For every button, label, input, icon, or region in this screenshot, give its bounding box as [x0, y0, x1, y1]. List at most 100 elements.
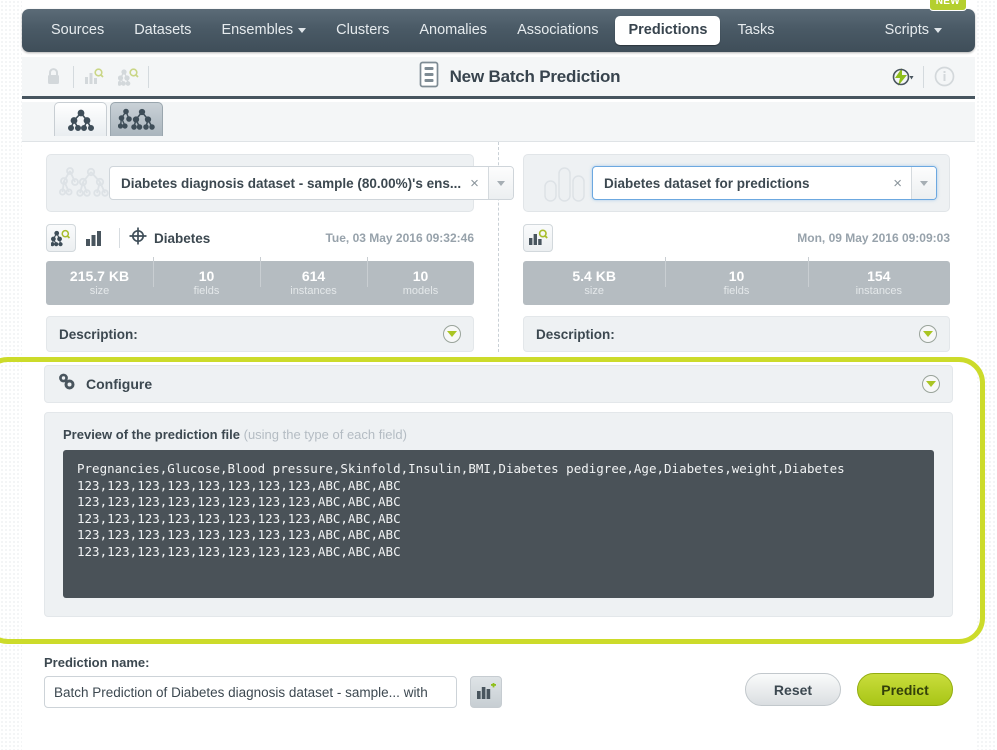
nav-item-clusters[interactable]: Clusters	[323, 16, 402, 45]
preview-line-0: Pregnancies,Glucose,Blood pressure,Skinf…	[77, 461, 845, 476]
header-divider-3	[923, 65, 924, 88]
ensemble-select-input[interactable]: Diabetes diagnosis dataset - sample (80.…	[109, 166, 514, 200]
new-badge: NEW	[928, 0, 967, 11]
nav-item-scripts[interactable]: Scripts	[872, 16, 955, 45]
header-divider	[73, 65, 74, 88]
header-divider-2	[148, 65, 149, 88]
model-search-icon[interactable]	[46, 224, 76, 252]
chevron-down-icon	[298, 27, 307, 33]
dataset-created-date: Mon, 09 May 2016 09:09:03	[797, 231, 950, 245]
preview-line-5: 123,123,123,123,123,123,123,123,ABC,ABC,…	[77, 543, 401, 559]
dataset-stat-fields: 10 fields	[665, 257, 807, 298]
header-title-group: New Batch Prediction	[152, 61, 886, 93]
chevron-down-icon[interactable]	[487, 167, 513, 199]
page-left-gutter	[0, 0, 22, 750]
info-icon[interactable]	[927, 63, 961, 91]
chevron-down-icon[interactable]	[911, 167, 936, 199]
create-dataset-icon[interactable]	[470, 676, 502, 708]
dataset-description-label: Description:	[536, 326, 615, 342]
model-search-icon[interactable]	[111, 63, 145, 91]
info-divider	[119, 228, 120, 248]
dataset-selector-box: Diabetes dataset for predictions ×	[523, 154, 950, 212]
page-title: New Batch Prediction	[449, 66, 621, 86]
nav-item-associations[interactable]: Associations	[504, 16, 611, 45]
lock-icon[interactable]	[36, 63, 70, 91]
clear-icon[interactable]: ×	[461, 175, 488, 192]
gears-icon	[57, 372, 77, 396]
stat-models-value: 10	[412, 268, 429, 284]
nav-item-sources[interactable]: Sources	[38, 16, 117, 45]
ensemble-description-label: Description:	[59, 326, 138, 342]
nav-item-datasets[interactable]: Datasets	[121, 16, 204, 45]
dataset-select-input[interactable]: Diabetes dataset for predictions ×	[592, 166, 937, 200]
stat-fields-value: 10	[198, 268, 215, 284]
bottom-action-bar: Prediction name: Reset Predict	[22, 655, 975, 708]
configure-title: Configure	[86, 376, 153, 392]
clear-icon[interactable]: ×	[884, 175, 911, 192]
objective-field-name: Diabetes	[154, 230, 211, 246]
main-navbar: Sources Datasets Ensembles Clusters Anom…	[22, 0, 975, 52]
reset-button[interactable]: Reset	[745, 673, 841, 706]
header-left-tools	[22, 63, 152, 91]
nav-item-ensembles-label: Ensembles	[221, 22, 294, 38]
action-buttons: Reset Predict	[745, 673, 953, 708]
stat-size: 215.7 KB size	[46, 268, 153, 298]
prediction-name-input[interactable]	[44, 676, 457, 708]
stat-models-label: models	[402, 285, 439, 297]
ensemble-panel: Diabetes diagnosis dataset - sample (80.…	[22, 142, 514, 352]
dataset-bars-icon	[536, 163, 592, 203]
stat-instances: 614 instances	[260, 257, 367, 298]
lightning-icon[interactable]	[886, 63, 920, 91]
page-header-bar: New Batch Prediction	[22, 57, 975, 99]
ensemble-tab[interactable]	[110, 102, 163, 136]
dataset-stat-instances: 154 instances	[807, 257, 950, 298]
configure-body: Preview of the prediction file (using th…	[44, 412, 953, 617]
nav-item-tasks[interactable]: Tasks	[724, 16, 787, 45]
dataset-stat-fields-value: 10	[728, 268, 745, 284]
nav-item-ensembles[interactable]: Ensembles	[208, 16, 319, 45]
dataset-bars-icon[interactable]	[80, 224, 110, 252]
prediction-file-preview: Pregnancies,Glucose,Blood pressure,Skinf…	[63, 450, 934, 598]
dataset-description-bar[interactable]: Description:	[523, 316, 950, 352]
configure-header[interactable]: Configure	[44, 365, 953, 403]
stat-size-label: size	[89, 285, 110, 297]
mode-tab-bar	[22, 102, 975, 142]
preview-hint: (using the type of each field)	[243, 427, 407, 442]
dataset-stat-size-value: 5.4 KB	[572, 268, 616, 284]
dataset-stat-instances-value: 154	[867, 268, 891, 284]
objective-target-icon	[129, 227, 147, 250]
prediction-name-group: Prediction name:	[44, 655, 457, 708]
batch-prediction-icon	[418, 61, 441, 93]
single-model-tab[interactable]	[54, 102, 107, 136]
chevron-down-icon[interactable]	[443, 325, 461, 343]
dataset-stats-bar: 5.4 KB size 10 fields 154 instances	[523, 257, 950, 305]
ensemble-select-value: Diabetes diagnosis dataset - sample (80.…	[121, 175, 462, 191]
stat-size-value: 215.7 KB	[69, 268, 130, 284]
prediction-name-label: Prediction name:	[44, 655, 150, 670]
chevron-down-icon	[934, 27, 942, 33]
dataset-stat-size: 5.4 KB size	[523, 268, 665, 298]
nav-item-anomalies[interactable]: Anomalies	[406, 16, 500, 45]
ensemble-stats-bar: 215.7 KB size 10 fields 614 instances 10…	[46, 257, 474, 305]
preview-label: Preview of the prediction file (using th…	[63, 427, 934, 442]
dataset-search-icon[interactable]	[523, 224, 553, 252]
stat-instances-value: 614	[301, 268, 326, 284]
dataset-select-value: Diabetes dataset for predictions	[604, 175, 810, 191]
dataset-stat-instances-label: instances	[855, 285, 903, 297]
dataset-panel: Diabetes dataset for predictions × Mon, …	[498, 142, 974, 352]
chevron-down-icon[interactable]	[919, 325, 937, 343]
source-panels: Diabetes diagnosis dataset - sample (80.…	[22, 142, 975, 352]
ensemble-selector-box: Diabetes diagnosis dataset - sample (80.…	[46, 154, 514, 212]
nav-item-predictions[interactable]: Predictions	[615, 16, 721, 45]
navbar-right-group: NEW Scripts	[870, 0, 975, 45]
dataset-search-icon[interactable]	[77, 63, 111, 91]
predict-button[interactable]: Predict	[857, 673, 953, 706]
preview-line-2: 123,123,123,123,123,123,123,123,ABC,ABC,…	[77, 494, 401, 509]
ensemble-trees-icon	[59, 166, 109, 200]
preview-line-1: 123,123,123,123,123,123,123,123,ABC,ABC,…	[77, 477, 401, 493]
chevron-down-icon[interactable]	[922, 375, 940, 393]
stat-models: 10 models	[367, 257, 474, 298]
ensemble-description-bar[interactable]: Description:	[46, 316, 474, 352]
ensemble-info-row: Diabetes Tue, 03 May 2016 09:32:46	[46, 224, 474, 252]
preview-line-4: 123,123,123,123,123,123,123,123,ABC,ABC,…	[77, 527, 401, 542]
